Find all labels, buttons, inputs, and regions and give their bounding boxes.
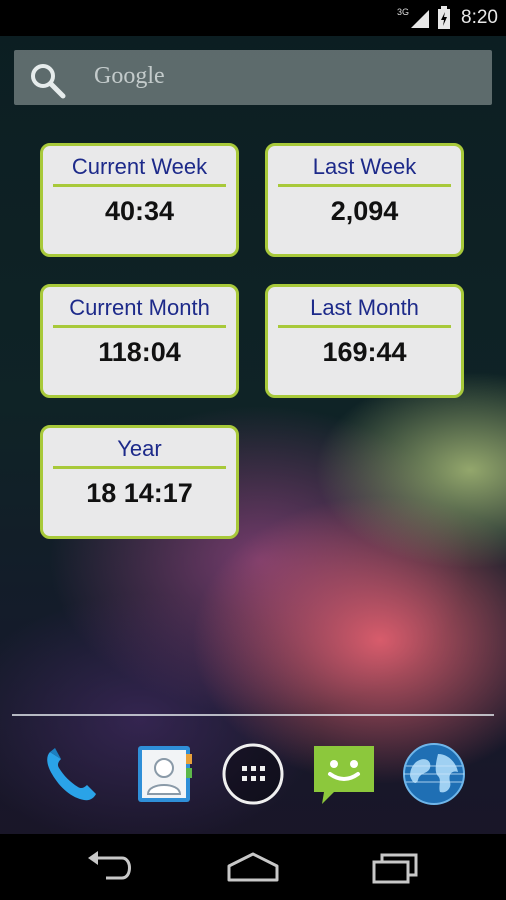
phone-icon <box>47 748 96 801</box>
widget-year[interactable]: Year 18 14:17 <box>40 425 239 539</box>
recent-apps-icon <box>372 853 418 884</box>
widget-current-month[interactable]: Current Month 118:04 <box>40 284 239 398</box>
phone-app-button[interactable] <box>40 742 104 806</box>
recent-apps-button[interactable] <box>364 848 424 888</box>
widget-label: Last Month <box>310 295 419 320</box>
browser-icon <box>403 743 465 805</box>
widget-value: 18 14:17 <box>86 478 193 508</box>
widget-value: 40:34 <box>104 196 175 226</box>
widget-label: Year <box>117 436 162 461</box>
widget-label: Current Week <box>71 154 208 179</box>
search-icon <box>31 64 66 99</box>
widget-current-week[interactable]: Current Week 40:34 <box>40 143 239 257</box>
browser-app-button[interactable] <box>402 742 466 806</box>
widget-divider <box>53 325 226 328</box>
widget-divider <box>53 184 226 187</box>
widget-value: 2,094 <box>330 196 399 226</box>
widget-label: Current Month <box>69 295 210 320</box>
home-button[interactable] <box>223 848 283 888</box>
status-bar: 3G 8:20 <box>0 0 506 36</box>
status-time: 8:20 <box>461 7 498 28</box>
signal-icon <box>411 10 430 28</box>
back-icon <box>88 851 131 880</box>
widget-divider <box>53 466 226 469</box>
messaging-icon <box>314 746 374 804</box>
widget-divider <box>278 325 451 328</box>
contacts-app-button[interactable] <box>132 742 196 806</box>
home-icon <box>227 852 279 882</box>
search-placeholder: Google <box>94 63 165 89</box>
widget-last-month[interactable]: Last Month 169:44 <box>265 284 464 398</box>
widget-label: Last Week <box>312 154 417 179</box>
dock-divider <box>12 714 494 716</box>
app-drawer-icon <box>222 743 284 805</box>
messaging-app-button[interactable] <box>312 742 376 806</box>
app-drawer-button[interactable] <box>221 742 285 806</box>
back-button[interactable] <box>82 848 142 888</box>
google-search-bar[interactable]: Google <box>14 50 492 105</box>
contacts-icon <box>138 746 192 802</box>
widget-divider <box>278 184 451 187</box>
navigation-bar <box>0 834 506 900</box>
widget-value: 118:04 <box>98 337 181 367</box>
widget-value: 169:44 <box>322 337 407 367</box>
widget-last-week[interactable]: Last Week 2,094 <box>265 143 464 257</box>
status-icons: 3G 8:20 <box>397 5 498 31</box>
network-type-label: 3G <box>397 7 410 17</box>
battery-icon <box>438 6 451 29</box>
